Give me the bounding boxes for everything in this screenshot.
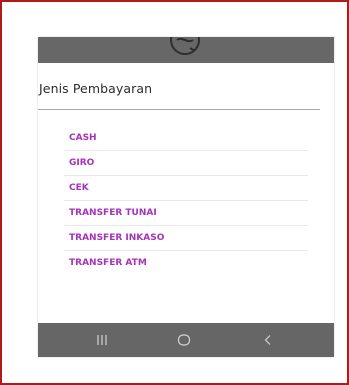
option-cek[interactable]: CEK <box>64 176 308 201</box>
option-cash[interactable]: CASH <box>64 126 308 151</box>
android-nav-bar <box>38 323 334 357</box>
back-chevron-icon <box>264 335 271 345</box>
home-circle-icon <box>177 334 191 346</box>
option-transfer-inkaso[interactable]: TRANSFER INKASO <box>64 226 308 251</box>
recent-apps-icon <box>97 335 107 345</box>
back-button[interactable] <box>248 323 288 357</box>
option-giro[interactable]: GIRO <box>64 151 308 176</box>
phone-screen: Jenis Pembayaran CASH GIRO CEK TRANSFER … <box>38 37 334 357</box>
option-transfer-atm[interactable]: TRANSFER ATM <box>64 251 308 276</box>
option-transfer-tunai[interactable]: TRANSFER TUNAI <box>64 201 308 226</box>
dialog-title: Jenis Pembayaran <box>39 81 153 96</box>
screenshot-frame: Jenis Pembayaran CASH GIRO CEK TRANSFER … <box>0 0 349 385</box>
top-app-bar <box>38 37 334 63</box>
no-entry-circle-icon <box>170 37 200 55</box>
payment-options-list: CASH GIRO CEK TRANSFER TUNAI TRANSFER IN… <box>64 126 308 276</box>
title-divider <box>38 109 320 110</box>
home-button[interactable] <box>164 323 204 357</box>
recents-button[interactable] <box>82 323 122 357</box>
